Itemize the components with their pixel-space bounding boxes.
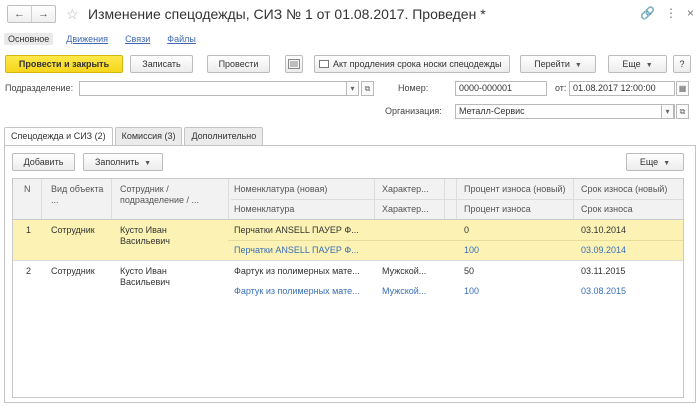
- row-number: 1: [26, 225, 32, 235]
- open-icon[interactable]: ⧉: [361, 81, 374, 96]
- post-and-close-button[interactable]: Провести и закрыть: [5, 55, 123, 73]
- dropdown-icon[interactable]: ▾: [346, 81, 359, 96]
- section-links: Основное Движения Связи Файлы: [4, 31, 209, 47]
- division-label: Подразделение:: [5, 83, 74, 93]
- table-row[interactable]: 1 Сотрудник Кусто Иван Васильевич Перчат…: [13, 220, 683, 260]
- col-nomenclature-new-header[interactable]: Номенклатура (новая): [231, 184, 371, 195]
- act-extension-label: Акт продления срока носки спецодежды: [333, 59, 502, 69]
- printer-icon: [319, 60, 329, 68]
- organization-label: Организация:: [385, 106, 442, 116]
- organization-field[interactable]: Металл-Сервис: [455, 104, 675, 119]
- window-controls: 🔗 ⋮ ×: [640, 6, 694, 20]
- section-main[interactable]: Основное: [4, 33, 54, 45]
- add-row-button[interactable]: Добавить: [12, 153, 75, 171]
- open-icon[interactable]: ⧉: [676, 104, 689, 119]
- fill-label: Заполнить: [94, 157, 140, 167]
- col-wear-percent-header[interactable]: Процент износа: [461, 204, 569, 215]
- col-characteristic-new-header[interactable]: Характер...: [379, 184, 443, 195]
- division-field[interactable]: [79, 81, 359, 96]
- fill-button[interactable]: Заполнить ▼: [83, 153, 163, 171]
- date-from-label: от:: [555, 83, 567, 93]
- dropdown-arrow-icon: ▼: [663, 160, 671, 167]
- more-button[interactable]: Еще ▼: [608, 55, 667, 73]
- row-wear-percent-new[interactable]: 50: [461, 266, 569, 277]
- dropdown-icon[interactable]: ▾: [661, 104, 674, 119]
- more-label: Еще: [622, 59, 641, 69]
- row-wear-date-new[interactable]: 03.11.2015: [578, 266, 682, 277]
- row-nomenclature: Фартук из полимерных мате...: [234, 286, 360, 296]
- number-label: Номер:: [398, 83, 429, 93]
- goto-button[interactable]: Перейти ▼: [520, 55, 596, 73]
- dropdown-arrow-icon: ▼: [574, 62, 582, 69]
- section-files[interactable]: Файлы: [163, 33, 200, 45]
- col-wear-date-new-header[interactable]: Срок износа (новый): [578, 184, 682, 195]
- number-field[interactable]: 0000-000001: [455, 81, 547, 96]
- forward-arrow-icon[interactable]: →: [32, 6, 55, 22]
- row-employee: Кусто Иван Васильевич: [120, 225, 170, 246]
- row-characteristic: Мужской...: [382, 286, 427, 296]
- more-vertical-icon[interactable]: ⋮: [665, 6, 677, 20]
- items-table: N Вид объекта ... Сотрудник / подразделе…: [12, 178, 684, 398]
- dropdown-arrow-icon: ▼: [144, 160, 152, 167]
- help-button[interactable]: ?: [673, 55, 691, 73]
- favorite-star-icon[interactable]: ☆: [66, 6, 79, 22]
- row-wear-percent: 100: [464, 245, 480, 255]
- row-nomenclature-new[interactable]: Фартук из полимерных мате...: [231, 266, 371, 277]
- col-wear-percent-new-header[interactable]: Процент износа (новый): [461, 184, 569, 195]
- row-wear-date: 03.09.2014: [581, 245, 627, 255]
- post-button[interactable]: Провести: [207, 55, 270, 73]
- tab-commission[interactable]: Комиссия (3): [114, 127, 183, 145]
- goto-label: Перейти: [534, 59, 570, 69]
- row-wear-date: 03.08.2015: [581, 286, 627, 296]
- tabs-bar: Спецодежда и СИЗ (2) Комиссия (3) Дополн…: [4, 127, 265, 146]
- calendar-icon[interactable]: ▦: [676, 81, 689, 96]
- print-icon[interactable]: [285, 55, 303, 73]
- row-wear-date-new[interactable]: 03.10.2014: [578, 225, 682, 236]
- date-field[interactable]: 01.08.2017 12:00:00: [569, 81, 675, 96]
- row-number: 2: [26, 266, 32, 276]
- table-more-label: Еще: [639, 157, 659, 167]
- close-icon[interactable]: ×: [687, 6, 694, 20]
- section-movements[interactable]: Движения: [62, 33, 112, 45]
- table-more-button[interactable]: Еще ▼: [626, 153, 684, 171]
- link-icon[interactable]: 🔗: [640, 6, 655, 20]
- section-links-tab[interactable]: Связи: [121, 33, 154, 45]
- col-nomenclature-header[interactable]: Номенклатура: [231, 204, 371, 215]
- col-wear-date-header[interactable]: Срок износа: [578, 204, 682, 215]
- title-bar: ← → ☆ Изменение спецодежды, СИЗ № 1 от 0…: [0, 0, 700, 30]
- table-row[interactable]: 2 Сотрудник Кусто Иван Васильевич Фартук…: [13, 261, 683, 301]
- row-wear-percent-new[interactable]: 0: [461, 225, 569, 236]
- window-title: Изменение спецодежды, СИЗ № 1 от 01.08.2…: [88, 6, 486, 22]
- act-extension-button[interactable]: Акт продления срока носки спецодежды: [314, 55, 510, 73]
- row-kind: Сотрудник: [51, 225, 95, 235]
- row-kind: Сотрудник: [51, 266, 95, 276]
- col-employee-header[interactable]: Сотрудник / подразделение / ...: [117, 184, 225, 206]
- row-nomenclature: Перчатки ANSELL ПАУЕР Ф...: [234, 245, 359, 255]
- tab-workwear[interactable]: Спецодежда и СИЗ (2): [4, 127, 113, 146]
- back-arrow-icon[interactable]: ←: [8, 6, 32, 22]
- dropdown-arrow-icon: ▼: [645, 62, 653, 69]
- col-kind-header[interactable]: Вид объекта ...: [48, 184, 108, 206]
- save-button[interactable]: Записать: [130, 55, 193, 73]
- col-characteristic-header[interactable]: Характер...: [379, 204, 443, 215]
- row-nomenclature-new[interactable]: Перчатки ANSELL ПАУЕР Ф...: [231, 225, 371, 236]
- row-employee: Кусто Иван Васильевич: [120, 266, 170, 287]
- nav-buttons: ← →: [7, 5, 56, 23]
- row-wear-percent: 100: [464, 286, 480, 296]
- tab-additional[interactable]: Дополнительно: [184, 127, 264, 145]
- col-n-header[interactable]: N: [21, 184, 36, 195]
- row-characteristic-new[interactable]: Мужской...: [379, 266, 443, 277]
- header-divider: [231, 199, 683, 200]
